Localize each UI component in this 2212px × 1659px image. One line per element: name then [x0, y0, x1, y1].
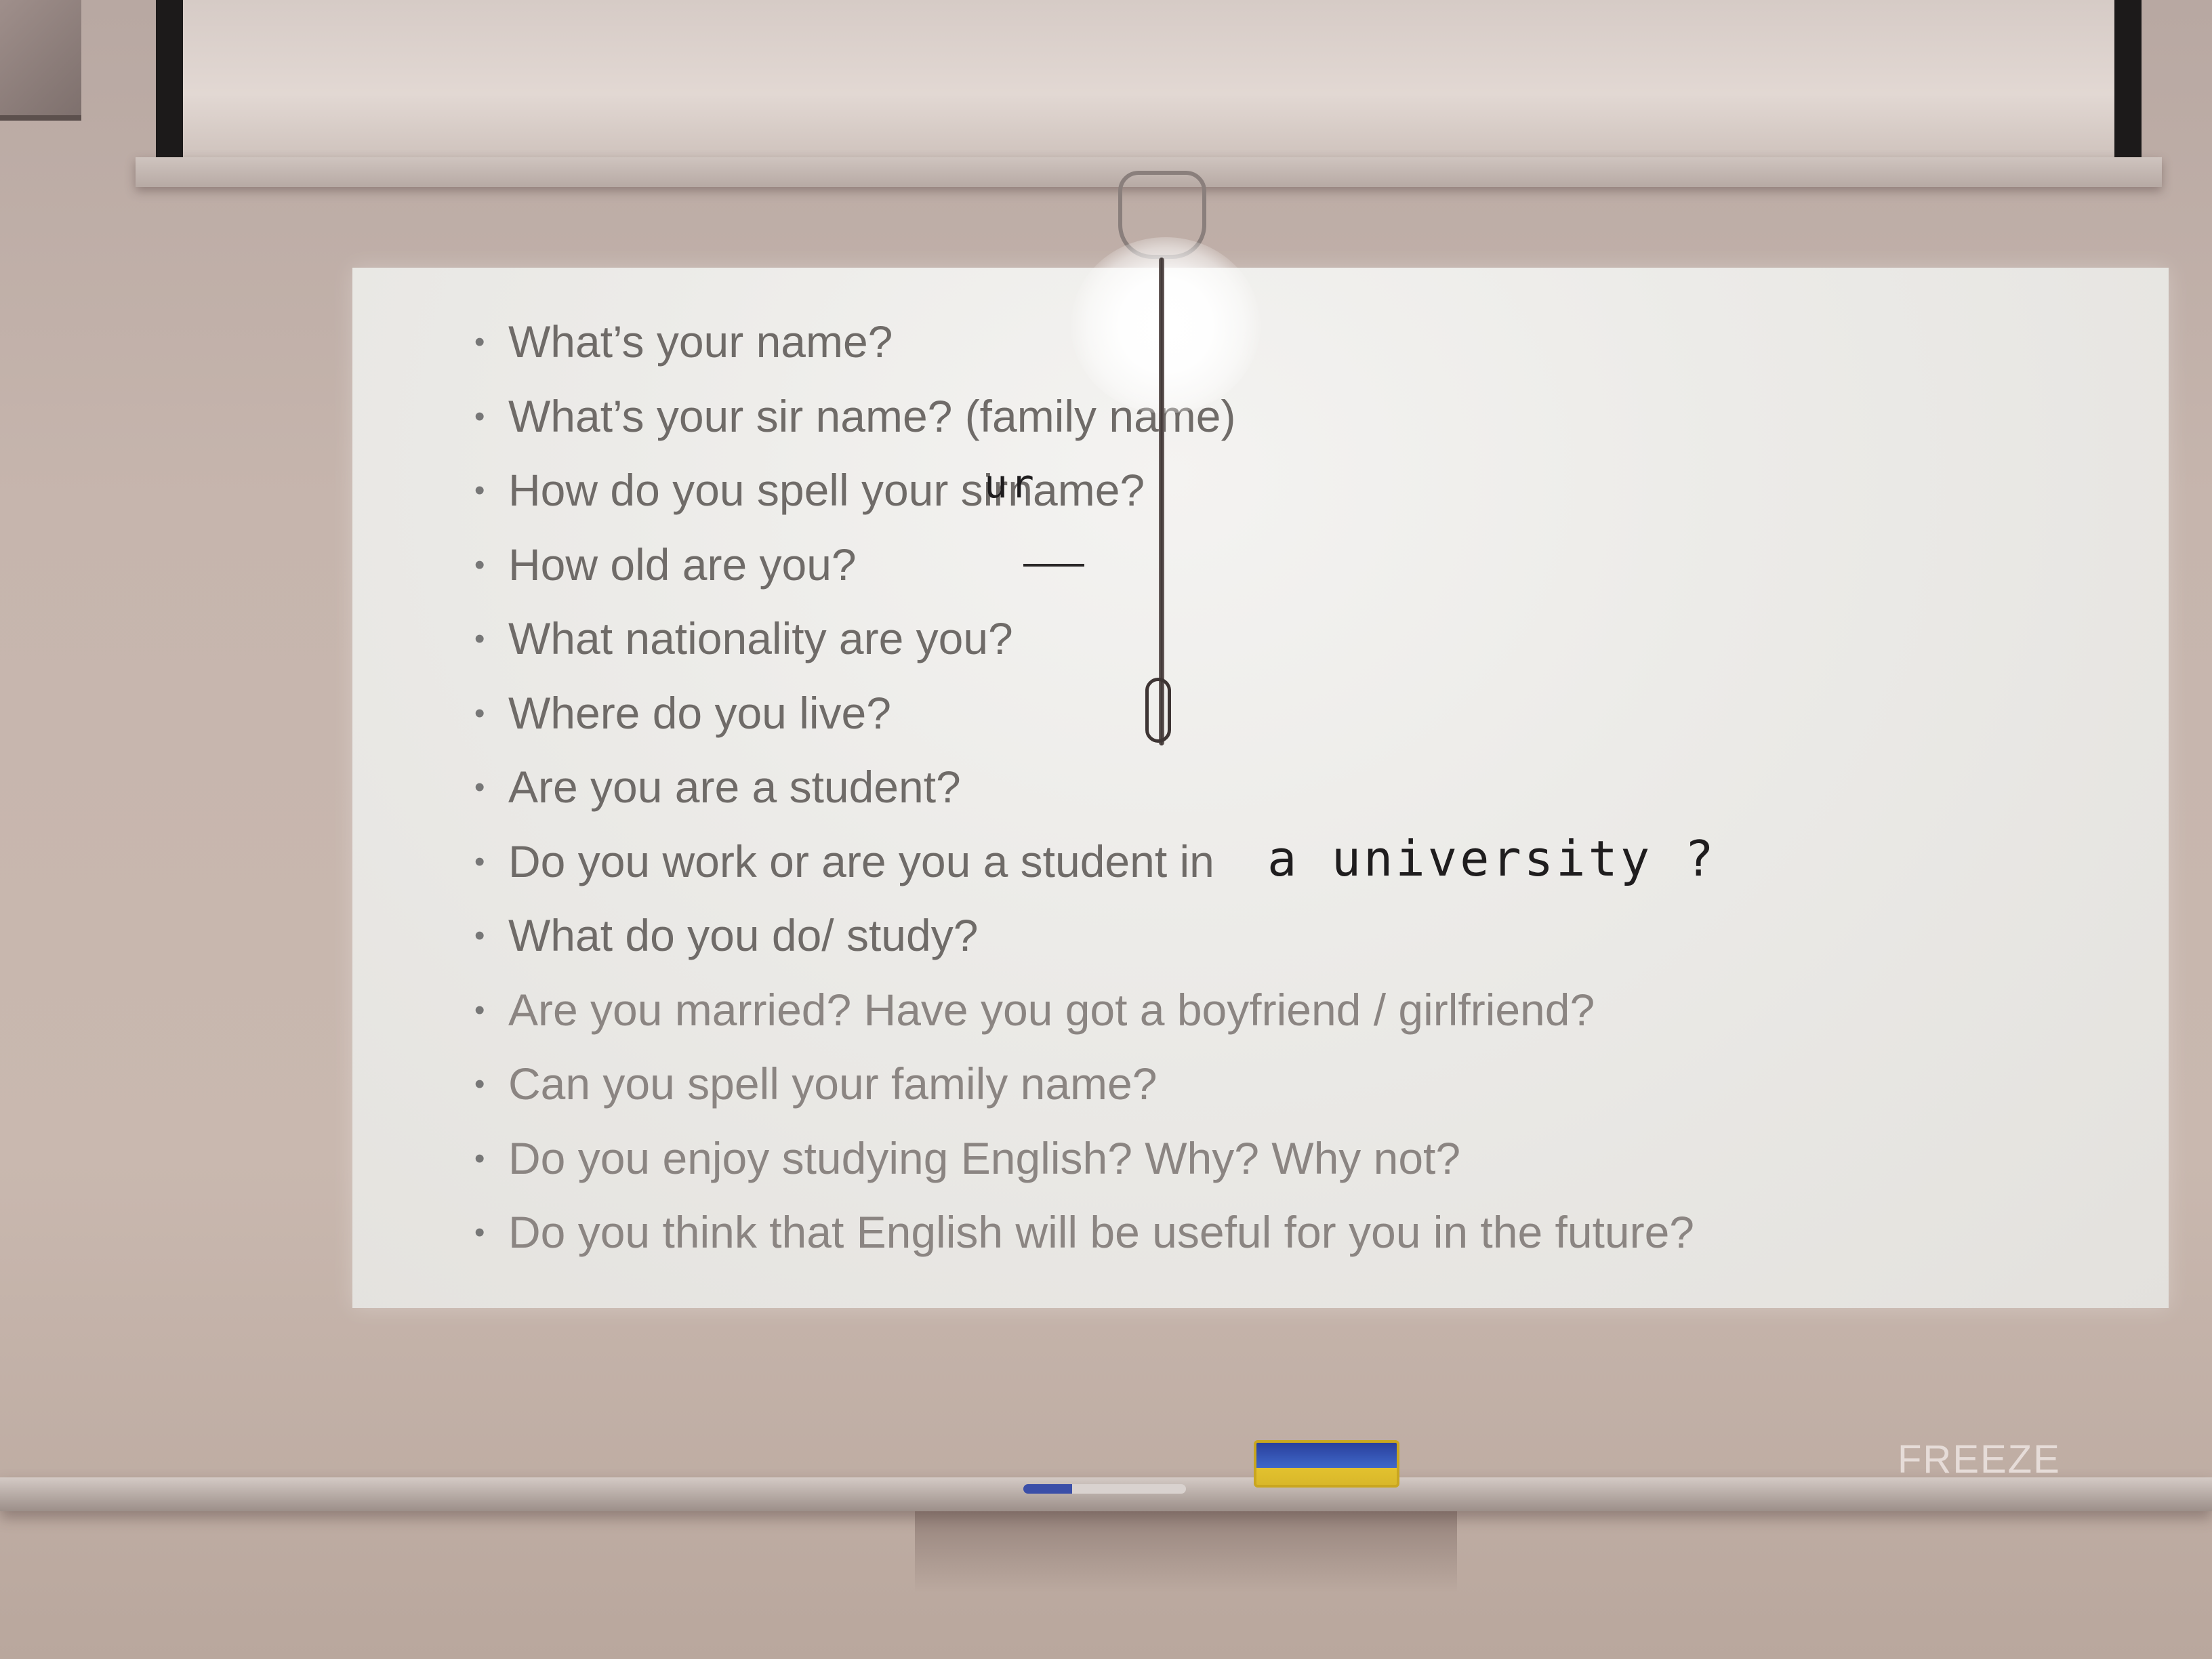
- question-item: • Do you think that English will be usefu…: [474, 1195, 1694, 1270]
- bullet-icon: •: [474, 919, 485, 952]
- question-text: How do you spell your sirname?: [508, 465, 1145, 515]
- question-item: • What nationality are you?: [474, 602, 1694, 676]
- bullet-icon: •: [474, 993, 485, 1027]
- bullet-icon: •: [474, 696, 485, 730]
- question-text: Can you spell your family name?: [508, 1059, 1158, 1109]
- question-text: Do you think that English will be useful…: [508, 1207, 1694, 1257]
- bullet-icon: •: [474, 771, 485, 804]
- wall-frame: [0, 0, 81, 121]
- tray-shadow: [915, 1511, 1457, 1593]
- rolled-projector-screen: [156, 0, 2142, 157]
- handwritten-addition: a university ?: [1267, 830, 1717, 887]
- bullet-icon: •: [474, 399, 485, 433]
- whiteboard-marker[interactable]: [1023, 1484, 1186, 1494]
- bullet-icon: •: [474, 474, 485, 507]
- question-list: • What’s your name? • What’s your sir name…: [474, 305, 1694, 1270]
- question-text: Do you enjoy studying English? Why? Why …: [508, 1132, 1461, 1183]
- whiteboard-eraser[interactable]: [1254, 1440, 1399, 1488]
- question-item: • Where do you live?: [474, 676, 1694, 751]
- question-text: How old are you?: [508, 539, 857, 590]
- question-item: • What’s your sir name? (family name): [474, 380, 1694, 454]
- question-text: Are you married? Have you got a boyfrien…: [508, 984, 1595, 1035]
- projector-glare: [1071, 237, 1261, 413]
- question-item: • How old are you?: [474, 528, 1694, 602]
- question-item: • Can you spell your family name?: [474, 1047, 1694, 1122]
- question-item: • What do you do/ study?: [474, 899, 1694, 973]
- whiteboard-marker-tray: [0, 1477, 2212, 1511]
- question-text: What do you do/ study?: [508, 910, 979, 960]
- bullet-icon: •: [474, 548, 485, 581]
- question-text: What nationality are you?: [508, 613, 1013, 663]
- question-item: • Do you enjoy studying English? Why? Why…: [474, 1122, 1694, 1196]
- bullet-icon: •: [474, 1216, 485, 1249]
- question-text: Where do you live?: [508, 687, 891, 738]
- bullet-icon: •: [474, 844, 485, 878]
- question-item: • How do you spell your sirname?: [474, 453, 1694, 528]
- question-text: What’s your name?: [508, 316, 893, 367]
- question-text: Do you work or are you a student in: [508, 836, 1214, 886]
- question-item: • Are you are a student?: [474, 750, 1694, 825]
- handwritten-dash: [1023, 564, 1084, 567]
- pull-cord-loop[interactable]: [1145, 678, 1171, 743]
- bullet-icon: •: [474, 1141, 485, 1175]
- question-item: • Are you married? Have you got a boyfrie…: [474, 973, 1694, 1048]
- screen-pull-cord[interactable]: [1159, 258, 1164, 745]
- freeze-label: FREEZE: [1898, 1437, 2061, 1481]
- bullet-icon: •: [474, 622, 485, 655]
- projected-slide: • What’s your name? • What’s your sir name…: [352, 268, 2169, 1308]
- bullet-icon: •: [474, 325, 485, 359]
- question-text: Are you are a student?: [508, 762, 961, 812]
- bullet-icon: •: [474, 1067, 485, 1101]
- handwritten-correction: ur: [984, 461, 1037, 507]
